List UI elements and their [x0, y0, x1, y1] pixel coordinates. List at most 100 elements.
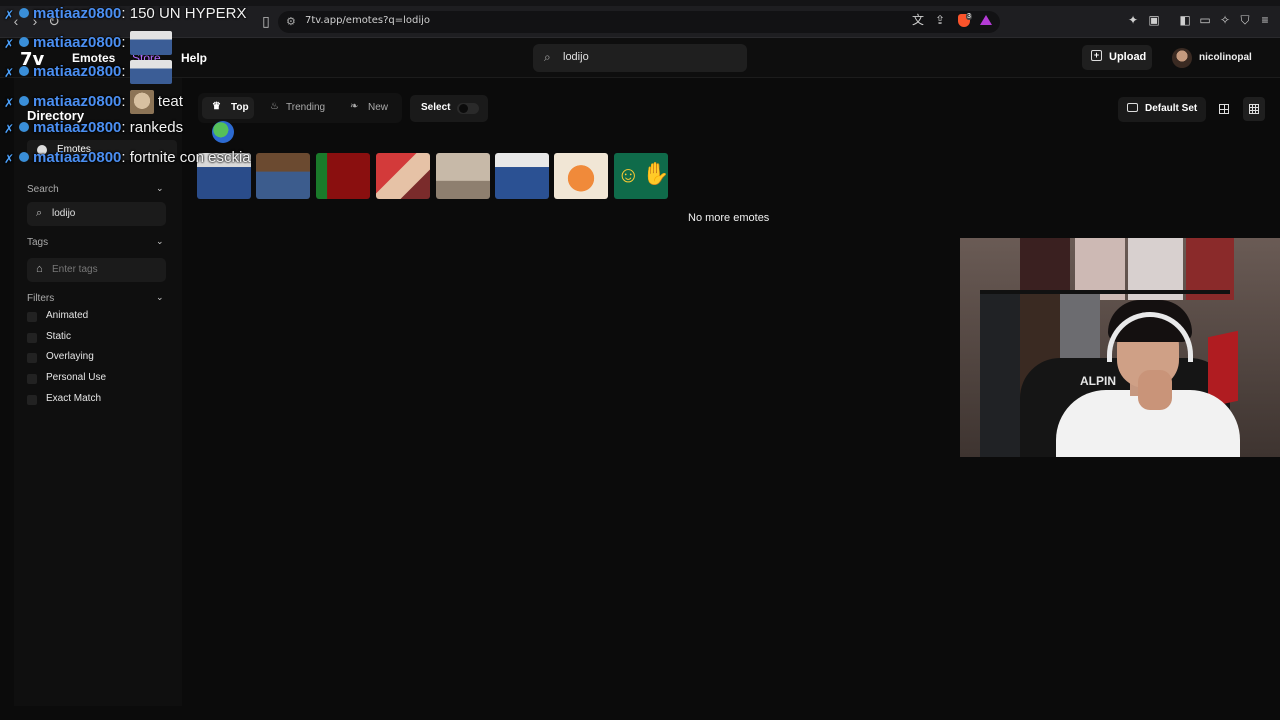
- emote-card[interactable]: [436, 153, 490, 199]
- badge-icon: [19, 95, 29, 106]
- sword-badge-icon: ✗: [4, 95, 15, 110]
- emote-card[interactable]: [376, 153, 430, 199]
- emote-card[interactable]: [316, 153, 370, 199]
- tab-new[interactable]: ❧ New: [340, 97, 396, 119]
- chat-username: matiaaz0800: [33, 33, 122, 51]
- chat-message: ✗ matiaaz0800:: [4, 60, 172, 84]
- toggle-knob: [459, 104, 468, 113]
- chat-separator: :: [121, 33, 126, 51]
- badge-icon: [19, 65, 29, 76]
- sidebar-search-value: lodijo: [52, 208, 76, 219]
- tab-label: Trending: [286, 102, 326, 113]
- folder-icon: [1127, 103, 1138, 112]
- tags-input[interactable]: ⌂ Enter tags: [27, 258, 166, 282]
- tab-label: New: [368, 102, 389, 113]
- sword-badge-icon: ✗: [4, 8, 15, 22]
- site-settings-icon[interactable]: ⚙: [286, 15, 296, 28]
- select-label: Select: [421, 102, 451, 113]
- chat-message: ✗ matiaaz0800:: [4, 31, 172, 55]
- filter-label: Overlaying: [46, 351, 94, 362]
- emote-card[interactable]: [554, 153, 608, 199]
- url-text: 7tv.app/emotes?q=lodijo: [305, 15, 431, 26]
- avatar[interactable]: [1172, 48, 1192, 68]
- chat-username: matiaaz0800: [33, 119, 122, 136]
- chat-overlay: ✗ matiaaz0800: 150 UN HYPERX ✗ matiaaz0800…: [0, 0, 280, 175]
- tags-section-header[interactable]: Tags: [27, 237, 48, 248]
- chat-message: ✗ matiaaz0800: fortnite con esckia: [4, 149, 251, 171]
- upload-button[interactable]: + Upload: [1082, 45, 1152, 70]
- checkbox[interactable]: [27, 374, 37, 384]
- shield-count-badge: 3: [966, 13, 972, 20]
- badge-icon: [19, 152, 29, 162]
- username[interactable]: nicolinopal: [1199, 52, 1252, 63]
- sidebar-icon[interactable]: ◧: [1178, 13, 1192, 27]
- site-search-value: lodijo: [563, 51, 589, 63]
- search-icon: ⌕: [36, 207, 43, 219]
- emote-card[interactable]: [495, 153, 549, 199]
- chat-text: fortnite con esckia: [125, 149, 251, 166]
- sword-badge-icon: ✗: [4, 65, 15, 80]
- sword-badge-icon: ✗: [4, 36, 15, 51]
- menu-icon[interactable]: ≡: [1258, 13, 1272, 27]
- vpn-icon[interactable]: ⛉: [1238, 13, 1252, 27]
- grid-view-button[interactable]: [1213, 97, 1235, 121]
- chat-emote: [212, 121, 234, 143]
- chair-text: ALPIN: [1080, 374, 1116, 388]
- filter-label: Exact Match: [46, 393, 102, 404]
- badge-icon: [19, 8, 29, 18]
- address-bar[interactable]: ⚙ 7tv.app/emotes?q=lodijo: [278, 11, 1000, 33]
- tags-placeholder: Enter tags: [52, 264, 98, 275]
- search-section-header[interactable]: Search: [27, 184, 59, 195]
- chat-message: ✗ matiaaz0800: teat: [4, 90, 183, 114]
- extensions-icon[interactable]: ✦: [1126, 13, 1140, 27]
- chat-emote: [129, 60, 172, 84]
- wallet-icon[interactable]: ▭: [1198, 13, 1212, 27]
- badge-icon: [19, 36, 29, 47]
- checkbox[interactable]: [27, 312, 37, 322]
- clothes: [980, 294, 1020, 457]
- sidebar-search-input[interactable]: ⌕ lodijo: [27, 202, 166, 226]
- checkbox[interactable]: [27, 353, 37, 363]
- compact-grid-icon: [1249, 104, 1259, 114]
- checkbox[interactable]: [27, 395, 37, 405]
- leo-icon[interactable]: ✧: [1218, 13, 1232, 27]
- chat-username: matiaaz0800: [33, 5, 122, 22]
- grid-icon: [1219, 104, 1229, 114]
- filter-label: Static: [46, 331, 72, 342]
- emoji-hand: ✋: [642, 161, 668, 186]
- chat-emote: [129, 31, 172, 55]
- person-hand: [1138, 370, 1172, 410]
- upload-label: Upload: [1109, 51, 1147, 63]
- chat-emote: [129, 90, 154, 114]
- filter-label: Personal Use: [46, 372, 107, 383]
- share-icon[interactable]: ⇪: [933, 13, 947, 27]
- chat-username: matiaaz0800: [33, 92, 122, 110]
- emote-card[interactable]: ☺ ✋: [614, 153, 668, 199]
- tag-icon: ⌂: [36, 263, 43, 275]
- rewards-icon[interactable]: [980, 15, 992, 25]
- filter-label: Animated: [46, 310, 89, 321]
- emoji-face: ☺: [617, 162, 640, 187]
- toggle-switch[interactable]: [457, 103, 479, 114]
- sword-badge-icon: ✗: [4, 122, 15, 136]
- leaf-icon: ❧: [350, 101, 359, 112]
- tab-search-icon[interactable]: ▣: [1147, 13, 1161, 27]
- search-icon: ⌕: [544, 50, 551, 64]
- checkbox[interactable]: [27, 333, 37, 343]
- site-search-input[interactable]: ⌕ lodijo: [533, 44, 747, 72]
- compact-grid-view-button[interactable]: [1243, 97, 1265, 121]
- webcam-overlay: ALPIN: [960, 238, 1280, 457]
- select-toggle[interactable]: Select: [410, 95, 488, 122]
- chat-message: ✗ matiaaz0800: 150 UN HYPERX: [4, 5, 246, 27]
- chevron-down-icon[interactable]: ⌄: [156, 183, 164, 194]
- badge-icon: [19, 122, 29, 132]
- chat-username: matiaaz0800: [33, 62, 122, 80]
- translate-icon[interactable]: 文: [911, 13, 925, 27]
- default-set-button[interactable]: Default Set: [1118, 97, 1206, 122]
- filters-section-header[interactable]: Filters: [27, 293, 54, 304]
- chevron-down-icon[interactable]: ⌄: [156, 236, 164, 247]
- chat-text: 150 UN HYPERX: [125, 5, 247, 22]
- chat-separator: :: [121, 92, 126, 110]
- chevron-down-icon[interactable]: ⌄: [156, 292, 164, 303]
- default-set-label: Default Set: [1145, 103, 1198, 114]
